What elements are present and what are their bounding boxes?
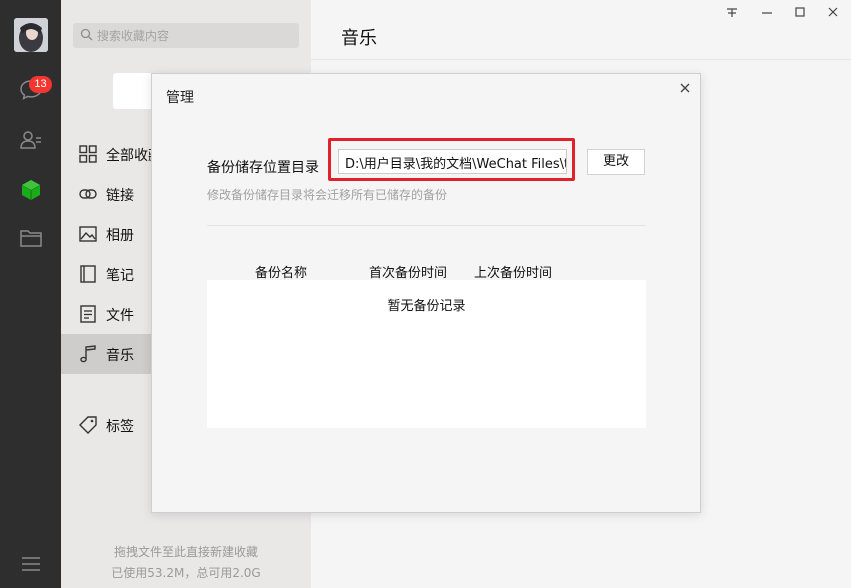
manage-dialog: 管理 备份储存位置目录 D:\用户目录\我的文档\WeChat Files\ta…: [151, 73, 701, 513]
music-icon: [80, 345, 96, 363]
sidebar-item-label: 笔记: [106, 268, 134, 284]
image-icon: [79, 226, 97, 242]
empty-message: 暂无备份记录: [387, 299, 466, 314]
grid-icon: [79, 145, 97, 163]
sidebar-item-label: 链接: [106, 188, 134, 204]
dialog-close-icon[interactable]: [678, 81, 692, 95]
column-header-name: 备份名称: [255, 266, 308, 281]
sidebar-item-label: 文件: [106, 308, 134, 324]
folder-icon[interactable]: [18, 225, 44, 251]
sidebar-item-label: 音乐: [106, 348, 134, 364]
change-path-button[interactable]: 更改: [587, 149, 645, 175]
dialog-title: 管理: [166, 90, 194, 106]
path-hint: 修改备份储存目录将会迁移所有已储存的备份: [207, 188, 448, 202]
close-icon[interactable]: [824, 4, 842, 20]
backup-table: 暂无备份记录: [207, 280, 646, 428]
maximize-icon[interactable]: [791, 4, 809, 20]
avatar-image: [14, 18, 48, 52]
contacts-icon[interactable]: [18, 127, 44, 153]
note-icon: [80, 265, 96, 283]
file-icon: [80, 305, 96, 323]
search-box[interactable]: 搜索收藏内容: [73, 23, 299, 48]
divider: [207, 225, 646, 226]
menu-icon[interactable]: [18, 551, 44, 577]
left-rail: 13: [0, 0, 61, 588]
unread-badge: 13: [29, 76, 52, 93]
column-header-last-backup: 上次备份时间: [474, 266, 553, 281]
search-placeholder: 搜索收藏内容: [97, 29, 170, 43]
minimize-icon[interactable]: [758, 4, 776, 20]
pin-icon[interactable]: [723, 4, 741, 20]
page-title: 音乐: [341, 28, 377, 49]
favorites-cube-icon[interactable]: [18, 177, 44, 203]
column-header-first-backup: 首次备份时间: [369, 266, 448, 281]
backup-path-label: 备份储存位置目录: [207, 160, 319, 176]
storage-info: 已使用53.2M，总可用2.0G: [111, 566, 261, 580]
search-icon: [80, 28, 93, 41]
sidebar-item-label: 相册: [106, 228, 134, 244]
avatar[interactable]: [14, 18, 48, 52]
sidebar-item-label: 标签: [106, 419, 134, 435]
tag-icon: [79, 416, 97, 434]
link-icon: [79, 189, 97, 199]
drag-hint: 拖拽文件至此直接新建收藏: [113, 545, 258, 559]
backup-path-input[interactable]: D:\用户目录\我的文档\WeChat Files\tai:: [338, 149, 567, 174]
